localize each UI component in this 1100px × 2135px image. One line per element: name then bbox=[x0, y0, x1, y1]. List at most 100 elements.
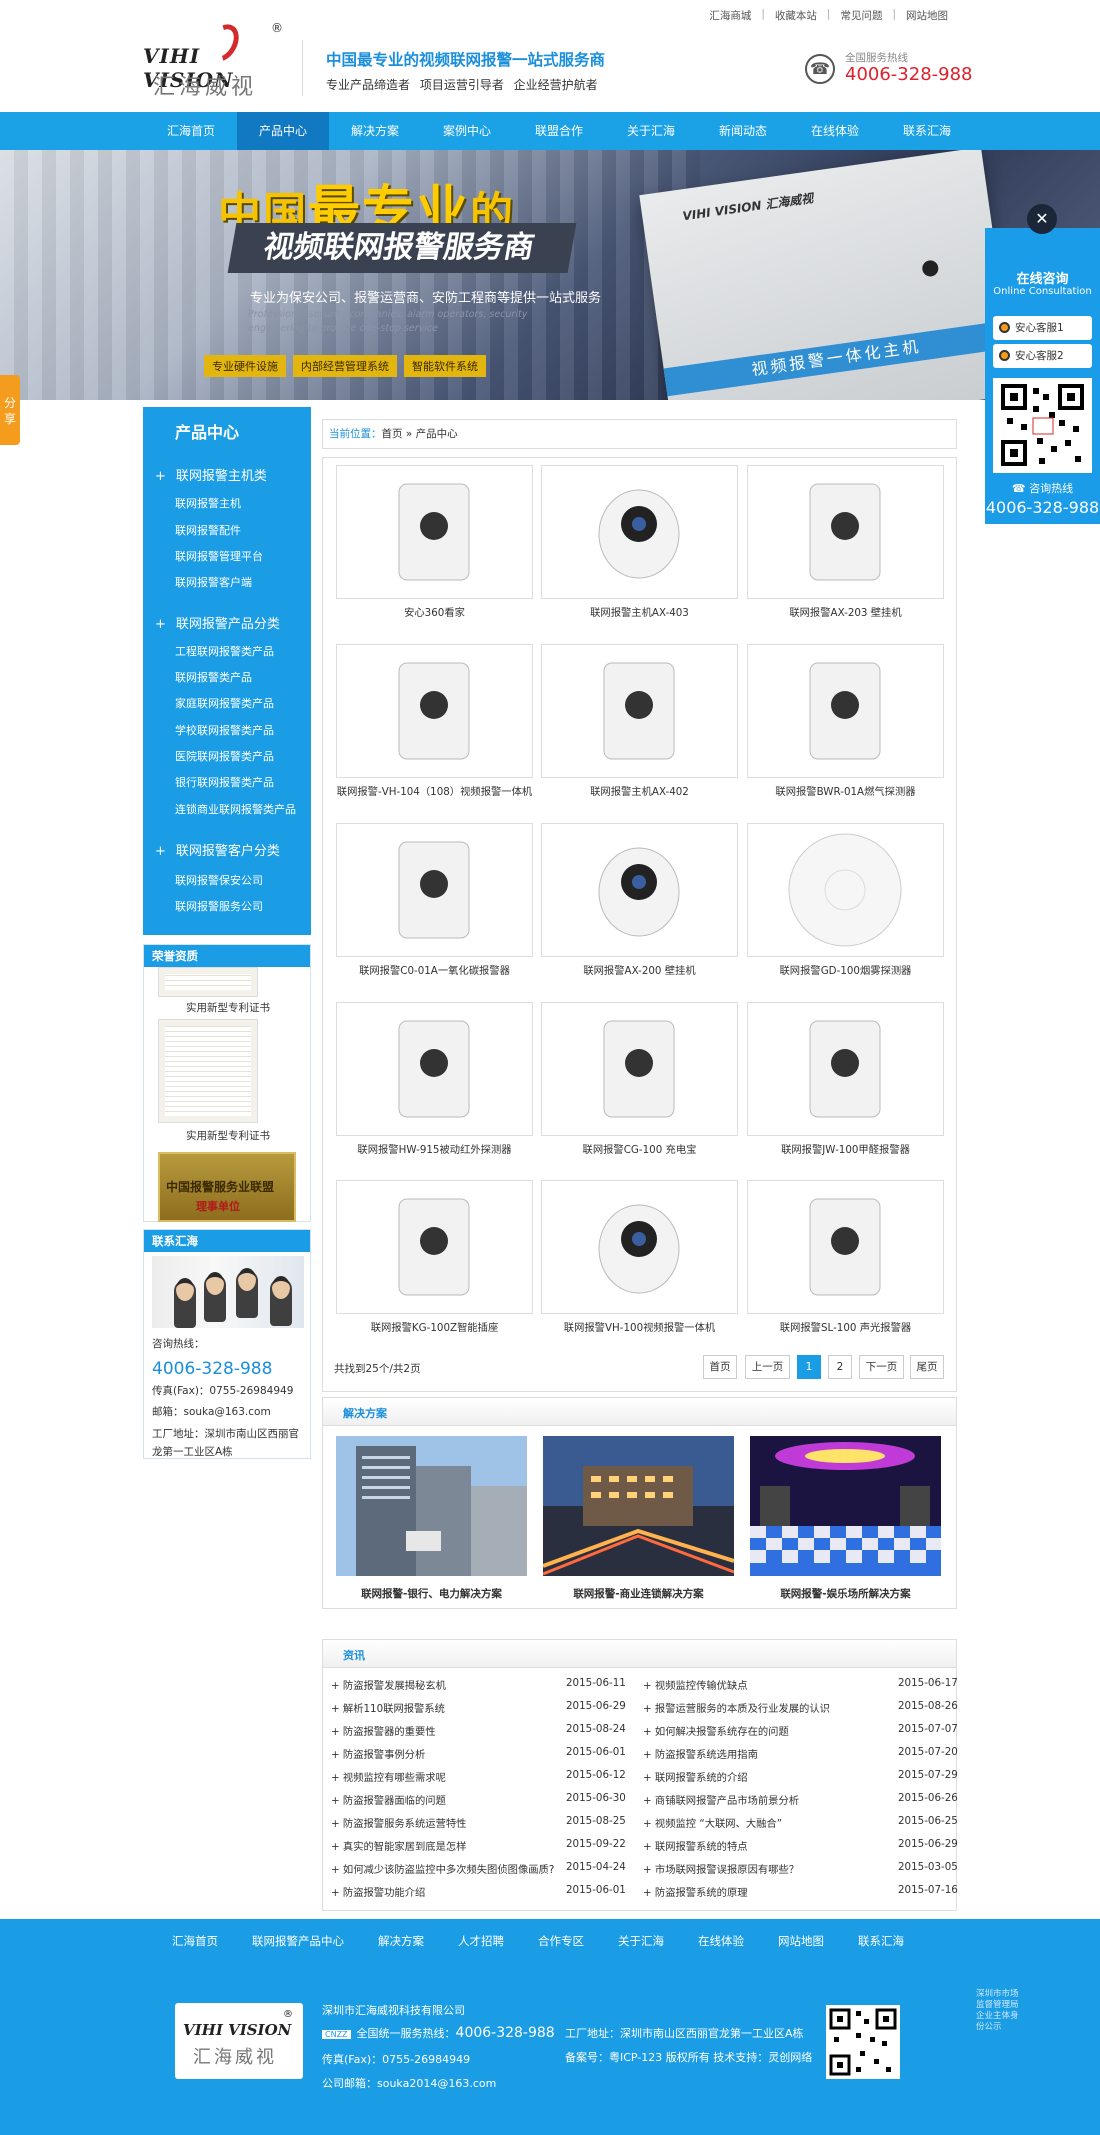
product-image[interactable] bbox=[336, 823, 533, 957]
page-last-button[interactable]: 尾页 bbox=[910, 1355, 944, 1379]
product-image[interactable] bbox=[747, 465, 944, 599]
product-image[interactable] bbox=[747, 644, 944, 778]
footer-link[interactable]: 联系汇海 bbox=[858, 1933, 904, 1949]
news-title[interactable]: 视频监控 “大联网、大融合” bbox=[655, 1818, 782, 1830]
logo[interactable]: VIHI VISION 汇海威视 ® bbox=[143, 18, 283, 100]
page-next-button[interactable]: 下一页 bbox=[859, 1355, 904, 1379]
news-item[interactable]: + 视频监控传输优缺点 2015-06-17 bbox=[643, 1677, 958, 1692]
news-title[interactable]: 如何解决报警系统存在的问题 bbox=[655, 1726, 789, 1738]
solution-item[interactable]: 联网报警-娱乐场所解决方案 bbox=[750, 1436, 942, 1600]
page-number-button[interactable]: 2 bbox=[828, 1355, 852, 1379]
news-title[interactable]: 如何减少该防盗监控中多次频失图侦图像画质? bbox=[343, 1864, 554, 1876]
product-image[interactable] bbox=[336, 644, 533, 778]
news-title[interactable]: 防盗报警事例分析 bbox=[343, 1749, 425, 1761]
product-caption[interactable]: 联网报警SL-100 声光报警器 bbox=[747, 1320, 944, 1336]
product-caption[interactable]: 联网报警VH-100视频报警一体机 bbox=[541, 1320, 738, 1336]
solution-item[interactable]: 联网报警-银行、电力解决方案 bbox=[336, 1436, 527, 1600]
news-item[interactable]: + 联网报警系统的介绍 2015-07-29 bbox=[643, 1769, 958, 1784]
sidebar-item[interactable]: 医院联网报警类产品 bbox=[175, 748, 274, 764]
footer-icp[interactable]: 备案号：粤ICP-123 版权所有 技术支持：灵创网络 bbox=[565, 2049, 812, 2065]
news-title[interactable]: 真实的智能家居到底是怎样 bbox=[343, 1841, 467, 1853]
sidebar-item[interactable]: 联网报警服务公司 bbox=[175, 898, 263, 914]
product-caption[interactable]: 联网报警JW-100甲醛报警器 bbox=[747, 1142, 944, 1158]
page-first-button[interactable]: 首页 bbox=[703, 1355, 737, 1379]
product-image[interactable] bbox=[541, 1002, 738, 1136]
product-caption[interactable]: 联网报警主机AX-403 bbox=[541, 605, 738, 621]
plaque-image[interactable]: 中国报警服务业联盟 理事单位 bbox=[158, 1152, 296, 1222]
sidebar-item[interactable]: 学校联网报警类产品 bbox=[175, 722, 274, 738]
nav-cases[interactable]: 案例中心 bbox=[421, 112, 513, 150]
footer-link[interactable]: 汇海首页 bbox=[172, 1933, 218, 1949]
sidebar-item[interactable]: 联网报警客户端 bbox=[175, 574, 252, 590]
news-title[interactable]: 联网报警系统的介绍 bbox=[655, 1772, 748, 1784]
nav-solutions[interactable]: 解决方案 bbox=[329, 112, 421, 150]
news-title[interactable]: 报警运营服务的本质及行业发展的认识 bbox=[655, 1703, 830, 1715]
footer-logo[interactable]: VIHI VISION 汇海威视 ® bbox=[175, 2003, 303, 2079]
news-title[interactable]: 市场联网报警误报原因有哪些？ bbox=[655, 1864, 799, 1876]
nav-products[interactable]: 产品中心 bbox=[237, 112, 329, 150]
business-license-badge[interactable]: 深圳市市场监督管理局企业主体身份公示 bbox=[976, 1989, 1020, 2032]
news-item[interactable]: + 防盗报警发展揭秘玄机 2015-06-11 bbox=[331, 1677, 631, 1692]
news-item[interactable]: + 联网报警系统的特点 2015-06-29 bbox=[643, 1838, 958, 1853]
service-button-1[interactable]: 安心客服1 bbox=[993, 316, 1092, 340]
sidebar-item[interactable]: 联网报警管理平台 bbox=[175, 548, 263, 564]
product-caption[interactable]: 联网报警HW-915被动红外探测器 bbox=[336, 1142, 533, 1158]
sidebar-item[interactable]: 家庭联网报警类产品 bbox=[175, 695, 274, 711]
product-caption[interactable]: 联网报警AX-200 壁挂机 bbox=[541, 963, 738, 979]
footer-link[interactable]: 在线体验 bbox=[698, 1933, 744, 1949]
news-title[interactable]: 视频监控传输优缺点 bbox=[655, 1680, 748, 1692]
footer-link[interactable]: 联网报警产品中心 bbox=[252, 1933, 344, 1949]
news-item[interactable]: + 防盗报警器的重要性 2015-08-24 bbox=[331, 1723, 631, 1738]
news-item[interactable]: + 视频监控 “大联网、大融合” 2015-06-25 bbox=[643, 1815, 958, 1830]
sidebar-group-clients[interactable]: + 联网报警客户分类 bbox=[155, 840, 280, 859]
page-number-button[interactable]: 1 bbox=[797, 1355, 821, 1379]
share-tab[interactable]: 分享 bbox=[0, 375, 20, 445]
sidebar-item[interactable]: 银行联网报警类产品 bbox=[175, 774, 274, 790]
news-item[interactable]: + 真实的智能家居到底是怎样 2015-09-22 bbox=[331, 1838, 631, 1853]
footer-link[interactable]: 合作专区 bbox=[538, 1933, 584, 1949]
news-item[interactable]: + 解析110联网报警系统 2015-06-29 bbox=[331, 1700, 631, 1715]
sidebar-item[interactable]: 连锁商业联网报警类产品 bbox=[175, 801, 296, 817]
news-title[interactable]: 商铺联网报警产品市场前景分析 bbox=[655, 1795, 799, 1807]
product-image[interactable] bbox=[336, 1002, 533, 1136]
footer-link[interactable]: 解决方案 bbox=[378, 1933, 424, 1949]
news-item[interactable]: + 防盗报警事例分析 2015-06-01 bbox=[331, 1746, 631, 1761]
product-image[interactable] bbox=[541, 644, 738, 778]
product-caption[interactable]: 联网报警AX-203 壁挂机 bbox=[747, 605, 944, 621]
news-item[interactable]: + 防盗报警服务系统运营特性 2015-08-25 bbox=[331, 1815, 631, 1830]
news-item[interactable]: + 视频监控有哪些需求呢 2015-06-12 bbox=[331, 1769, 631, 1784]
service-button-2[interactable]: 安心客服2 bbox=[993, 344, 1092, 368]
news-item[interactable]: + 市场联网报警误报原因有哪些？ 2015-03-05 bbox=[643, 1861, 958, 1876]
news-item[interactable]: + 防盗报警器面临的问题 2015-06-30 bbox=[331, 1792, 631, 1807]
news-title[interactable]: 联网报警系统的特点 bbox=[655, 1841, 748, 1853]
news-title[interactable]: 防盗报警功能介绍 bbox=[343, 1887, 425, 1899]
news-title[interactable]: 解析110联网报警系统 bbox=[343, 1703, 445, 1715]
nav-contact[interactable]: 联系汇海 bbox=[881, 112, 973, 150]
product-image[interactable] bbox=[541, 1180, 738, 1314]
product-image[interactable] bbox=[747, 823, 944, 957]
product-image[interactable] bbox=[747, 1002, 944, 1136]
nav-about[interactable]: 关于汇海 bbox=[605, 112, 697, 150]
news-item[interactable]: + 报警运营服务的本质及行业发展的认识 2015-08-26 bbox=[643, 1700, 958, 1715]
news-title[interactable]: 防盗报警发展揭秘玄机 bbox=[343, 1680, 446, 1692]
solution-item[interactable]: 联网报警-商业连锁解决方案 bbox=[542, 1436, 735, 1600]
nav-experience[interactable]: 在线体验 bbox=[789, 112, 881, 150]
news-item[interactable]: + 防盗报警系统选用指南 2015-07-20 bbox=[643, 1746, 958, 1761]
nav-alliance[interactable]: 联盟合作 bbox=[513, 112, 605, 150]
product-caption[interactable]: 联网报警BWR-01A燃气探测器 bbox=[747, 784, 944, 800]
certificate-image[interactable] bbox=[158, 1019, 258, 1123]
news-item[interactable]: + 防盗报警功能介绍 2015-06-01 bbox=[331, 1884, 631, 1899]
nav-news[interactable]: 新闻动态 bbox=[697, 112, 789, 150]
sidebar-group-categories[interactable]: + 联网报警产品分类 bbox=[155, 613, 280, 632]
page-prev-button[interactable]: 上一页 bbox=[745, 1355, 790, 1379]
footer-link[interactable]: 网站地图 bbox=[778, 1933, 824, 1949]
sidebar-item[interactable]: 工程联网报警类产品 bbox=[175, 643, 274, 659]
sidebar-item[interactable]: 联网报警保安公司 bbox=[175, 872, 263, 888]
product-caption[interactable]: 联网报警-VH-104（108）视频报警一体机 bbox=[336, 784, 533, 800]
sidebar-item[interactable]: 联网报警主机 bbox=[175, 495, 241, 511]
product-image[interactable] bbox=[541, 823, 738, 957]
sidebar-item[interactable]: 联网报警类产品 bbox=[175, 669, 252, 685]
product-caption[interactable]: 联网报警GD-100烟雾探测器 bbox=[747, 963, 944, 979]
news-title[interactable]: 防盗报警器面临的问题 bbox=[343, 1795, 446, 1807]
product-image[interactable] bbox=[747, 1180, 944, 1314]
